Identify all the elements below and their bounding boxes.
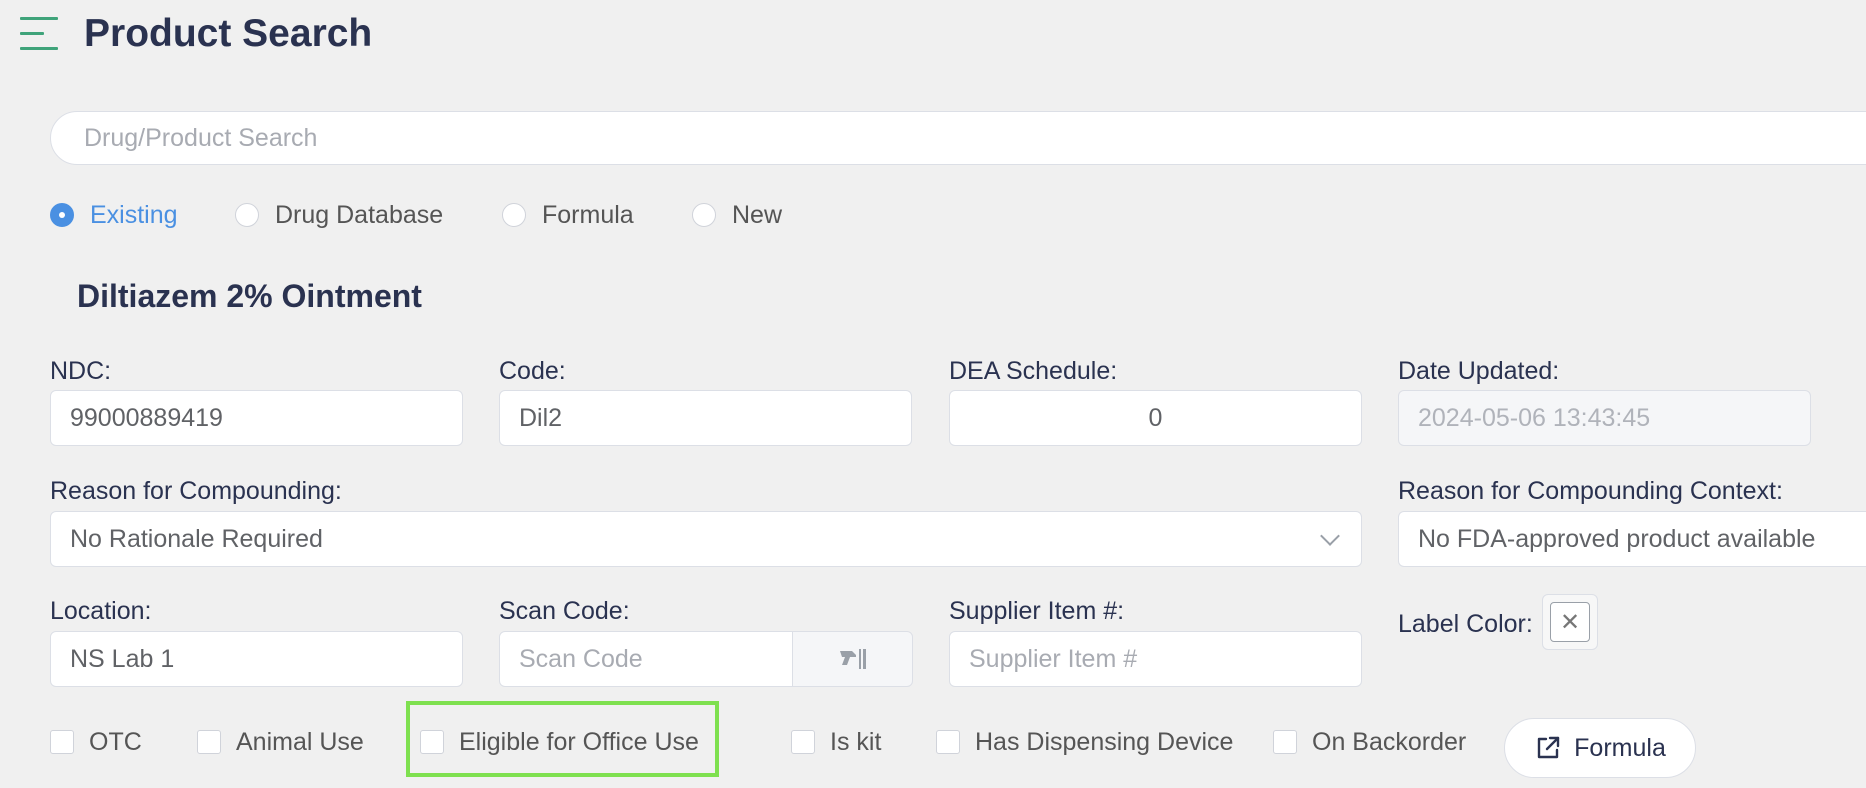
location-field[interactable]: NS Lab 1: [50, 631, 463, 687]
label-color-label: Label Color:: [1398, 610, 1533, 638]
chevron-down-icon[interactable]: [1320, 526, 1340, 546]
reason-context-select[interactable]: No FDA-approved product available: [1398, 511, 1866, 567]
checkbox-box: [936, 730, 960, 754]
checkbox-box: [791, 730, 815, 754]
checkbox-on-backorder[interactable]: On Backorder: [1273, 727, 1466, 757]
location-value: NS Lab 1: [70, 644, 175, 673]
hamburger-menu-icon[interactable]: [20, 17, 58, 51]
dea-schedule-value: 0: [1148, 403, 1163, 432]
checkbox-on-backorder-label: On Backorder: [1312, 727, 1467, 756]
date-updated-label: Date Updated:: [1398, 357, 1560, 385]
checkbox-has-dispensing-device-label: Has Dispensing Device: [975, 727, 1234, 756]
radio-new[interactable]: New: [692, 200, 782, 230]
radio-existing[interactable]: Existing: [50, 200, 178, 230]
code-field[interactable]: Dil2: [499, 390, 912, 446]
supplier-item-label: Supplier Item #:: [949, 597, 1125, 625]
checkbox-box: [197, 730, 221, 754]
radio-formula[interactable]: Formula: [502, 200, 634, 230]
barcode-scanner-icon: [839, 649, 866, 669]
code-value: Dil2: [519, 403, 563, 432]
radio-circle-icon: [235, 203, 259, 227]
external-link-icon: [1537, 736, 1560, 759]
checkbox-is-kit[interactable]: Is kit: [791, 727, 881, 757]
ndc-label: NDC:: [50, 357, 112, 385]
label-color-picker[interactable]: ✕: [1542, 594, 1598, 650]
checkbox-eligible-for-office-use-label: Eligible for Office Use: [459, 727, 699, 756]
radio-formula-label: Formula: [542, 200, 634, 229]
reason-select[interactable]: No Rationale Required: [50, 511, 1362, 567]
code-label: Code:: [499, 357, 566, 385]
checkbox-box: [420, 730, 444, 754]
radio-circle-icon: [50, 203, 74, 227]
supplier-item-input[interactable]: Supplier Item #: [949, 631, 1362, 687]
scan-code-placeholder: Scan Code: [519, 644, 643, 673]
radio-circle-icon: [502, 203, 526, 227]
checkbox-animal-use-label: Animal Use: [236, 727, 364, 756]
page-title: Product Search: [84, 12, 373, 55]
reason-value: No Rationale Required: [70, 524, 323, 553]
checkbox-is-kit-label: Is kit: [830, 727, 882, 756]
radio-new-label: New: [732, 200, 783, 229]
date-updated-field: 2024-05-06 13:43:45: [1398, 390, 1811, 446]
drug-product-search-input[interactable]: [50, 111, 1866, 165]
reason-context-label: Reason for Compounding Context:: [1398, 477, 1783, 505]
reason-context-value: No FDA-approved product available: [1418, 524, 1816, 553]
dea-schedule-field[interactable]: 0: [949, 390, 1362, 446]
product-name: Diltiazem 2% Ointment: [77, 278, 422, 314]
ndc-field[interactable]: 99000889419: [50, 390, 463, 446]
scan-code-input[interactable]: Scan Code: [499, 631, 793, 687]
checkbox-eligible-for-office-use[interactable]: Eligible for Office Use: [420, 727, 699, 757]
ndc-value: 99000889419: [70, 403, 223, 432]
radio-drug-database[interactable]: Drug Database: [235, 200, 443, 230]
radio-existing-label: Existing: [90, 200, 178, 229]
reason-label: Reason for Compounding:: [50, 477, 342, 505]
checkbox-box: [1273, 730, 1297, 754]
checkbox-otc-label: OTC: [89, 727, 142, 756]
dea-schedule-label: DEA Schedule:: [949, 357, 1118, 385]
checkbox-animal-use[interactable]: Animal Use: [197, 727, 364, 757]
scan-button[interactable]: [792, 631, 913, 687]
checkbox-otc[interactable]: OTC: [50, 727, 142, 757]
checkbox-has-dispensing-device[interactable]: Has Dispensing Device: [936, 727, 1233, 757]
checkbox-box: [50, 730, 74, 754]
date-updated-value: 2024-05-06 13:43:45: [1418, 403, 1651, 432]
formula-button-label: Formula: [1574, 733, 1666, 762]
formula-button[interactable]: Formula: [1504, 718, 1696, 778]
scan-code-label: Scan Code:: [499, 597, 630, 625]
location-label: Location:: [50, 597, 152, 625]
supplier-item-placeholder: Supplier Item #: [969, 644, 1138, 673]
close-icon: ✕: [1550, 602, 1590, 642]
radio-drug-database-label: Drug Database: [275, 200, 444, 229]
radio-circle-icon: [692, 203, 716, 227]
